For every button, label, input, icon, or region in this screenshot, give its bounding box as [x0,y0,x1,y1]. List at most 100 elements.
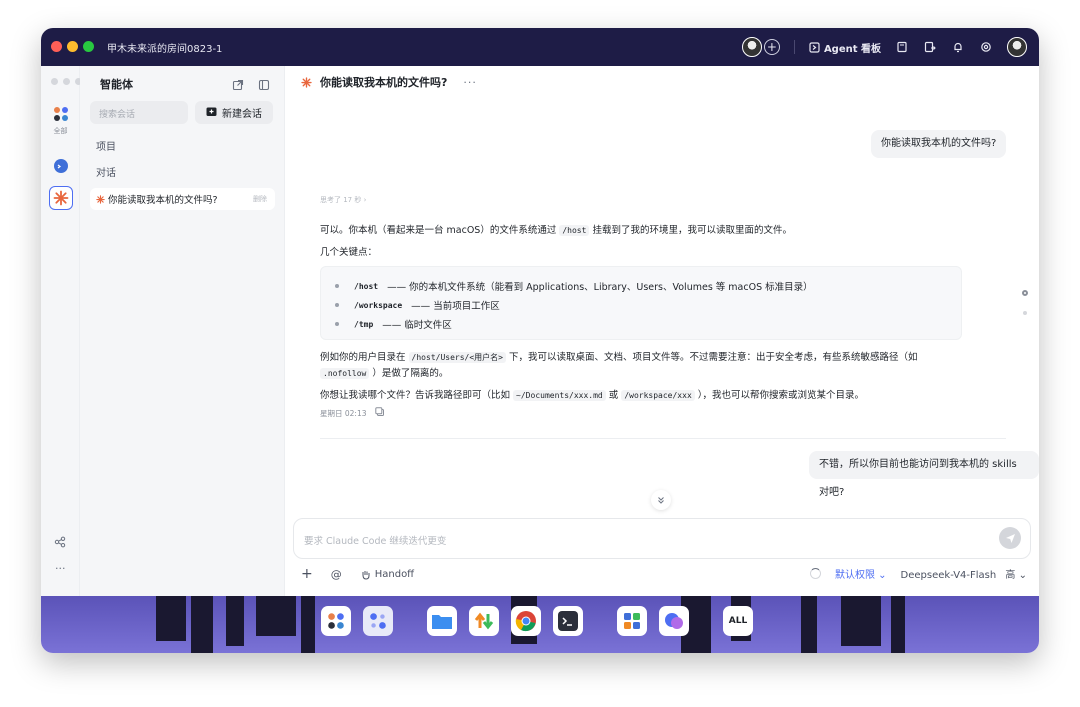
delete-conversation-button[interactable]: 删除 [253,194,267,204]
topbar-actions: + Agent 看板 [741,35,1027,59]
dock: ALL [321,606,753,636]
title-bar: 甲木未来派的房间0823-1 + Agent 看板 [41,28,1039,66]
file-export-icon[interactable] [923,40,937,54]
chevron-double-down-icon [658,497,664,504]
dock-app-launcher[interactable] [617,606,647,636]
scroll-indicator[interactable] [1022,290,1028,330]
member-avatar[interactable] [741,37,762,57]
inline-code: /host/Users/<用户名> [408,352,506,363]
dock-all-apps-button[interactable]: ALL [723,606,753,636]
key-points-box: /host —— 你的本机文件系统（能看到 Applications、Librar… [320,266,962,340]
claude-spark-icon [53,190,69,206]
bookmark-icon[interactable] [895,40,909,54]
inline-code: /workspace/xxx [621,390,695,401]
claude-spark-icon [301,76,312,88]
chat-more-button[interactable]: ··· [463,76,477,89]
grid-icon [624,613,640,629]
dock-app-messages[interactable] [659,606,689,636]
reply-text: 挂载到了我的环境里，我可以读取里面的文件。 [592,225,792,236]
close-window-button[interactable] [51,41,62,52]
dock-app-transfer[interactable] [469,606,499,636]
chat-main: 你能读取我本机的文件吗? ··· 你能读取我本机的文件吗? 思考了 17 秒 ›… [285,66,1039,596]
handoff-button[interactable]: Handoff [360,569,414,580]
user-message: 不错，所以你目前也能访问到我本机的 skills 对吧? [809,451,1039,498]
add-attachment-icon[interactable]: + [301,566,313,582]
divider [793,40,795,54]
reply-text: 或 [608,390,619,401]
chevron-down-icon: ⌄ [878,570,887,581]
dock-spacer [701,606,711,636]
terminal-icon [558,611,578,631]
reply-text: 例如你的用户目录在 [320,352,406,363]
reply-line: 例如你的用户目录在 /host/Users/<用户名> 下，我可以读取桌面、文档… [320,349,918,363]
sidebar-title: 智能体 [100,78,133,91]
transfer-arrows-icon [474,612,494,630]
conversation-item[interactable]: 你能读取我本机的文件吗? 删除 [90,188,275,210]
maximize-window-button[interactable] [83,41,94,52]
minimize-window-button[interactable] [67,41,78,52]
more-icon[interactable]: ··· [55,562,66,575]
inline-code: /workspace [354,300,403,310]
dock-app-files[interactable] [427,606,457,636]
model-label: Deepseek-V4-Flash [900,570,997,581]
mention-icon[interactable]: @ [331,568,342,581]
chrome-icon [515,611,536,632]
message-input[interactable]: 要求 Claude Code 继续迭代更变 [293,518,1031,559]
dock-app-chrome[interactable] [511,606,541,636]
folder-icon [432,615,452,629]
reply-meta: 星期日 02:13 [320,407,385,419]
hand-icon [362,570,370,580]
app-frame: 甲木未来派的房间0823-1 + Agent 看板 全部 ··· 智能体 搜索会… [41,28,1039,653]
room-title: 甲木未来派的房间0823-1 [107,44,223,55]
new-chat-icon [206,107,217,116]
dock-app-terminal[interactable] [553,606,583,636]
dock-app-hub[interactable] [363,606,393,636]
section-chats[interactable]: 对话 [96,164,116,179]
loading-spinner-icon [809,568,821,579]
composer-settings: 默认权限 ⌄ Deepseek-V4-Flash 高 ⌄ [809,566,1027,581]
open-external-icon[interactable] [232,76,244,95]
send-button[interactable] [999,527,1021,549]
conversation-title: 你能读取我本机的文件吗? [108,195,218,206]
conversation-sidebar: 智能体 搜索会话 新建会话 项目 对话 你能读取我本机的文件吗? 删除 [80,66,285,596]
agent-rail: 全部 ··· [41,66,82,596]
level-label: 高 [1005,570,1016,581]
inline-code: /host [354,281,379,291]
reply-text: 你想让我读哪个文件？告诉我路径即可（比如 [320,390,511,401]
thinking-toggle[interactable]: 思考了 17 秒 › [320,195,366,205]
agent-board-button[interactable]: Agent 看板 [809,40,881,55]
divider [320,438,1006,439]
section-projects[interactable]: 项目 [96,138,116,153]
key-point-item: /workspace —— 当前项目工作区 [335,298,500,312]
key-point-text: —— 当前项目工作区 [411,301,500,312]
settings-icon[interactable] [979,40,993,54]
dock-app-agents[interactable] [321,606,351,636]
permission-select[interactable]: 默认权限 ⌄ [835,566,887,581]
toggle-sidebar-icon[interactable] [258,76,270,95]
chat-bubbles-icon [665,613,683,629]
reply-text: 可以。你本机（看起来是一台 macOS）的文件系统通过 [320,225,557,236]
search-input[interactable]: 搜索会话 [90,101,188,124]
user-avatar[interactable] [1007,37,1027,57]
send-icon [1005,533,1015,543]
add-member-icon[interactable]: + [763,39,780,55]
chat-bubble-icon [54,159,68,173]
rail-item-assistant[interactable] [49,154,73,178]
scroll-down-button[interactable] [651,490,671,510]
inline-code: /host [559,225,590,236]
dock-spacer [405,606,415,636]
model-select[interactable]: Deepseek-V4-Flash 高 ⌄ [901,566,1027,581]
reply-line: 可以。你本机（看起来是一台 macOS）的文件系统通过 /host 挂载到了我的… [320,222,792,236]
permission-label: 默认权限 [834,570,875,581]
desktop-wallpaper: ALL [41,596,1039,653]
inline-code: /tmp [354,319,374,329]
new-chat-button[interactable]: 新建会话 [195,101,273,124]
claude-spark-icon [96,194,105,204]
sidebar-actions [232,76,270,95]
rail-item-claude[interactable] [49,186,73,210]
copy-icon[interactable] [374,407,385,419]
share-icon[interactable] [54,536,66,551]
rail-item-all[interactable] [49,102,73,126]
apps-grid-icon [54,107,68,121]
bell-icon[interactable] [951,40,965,54]
